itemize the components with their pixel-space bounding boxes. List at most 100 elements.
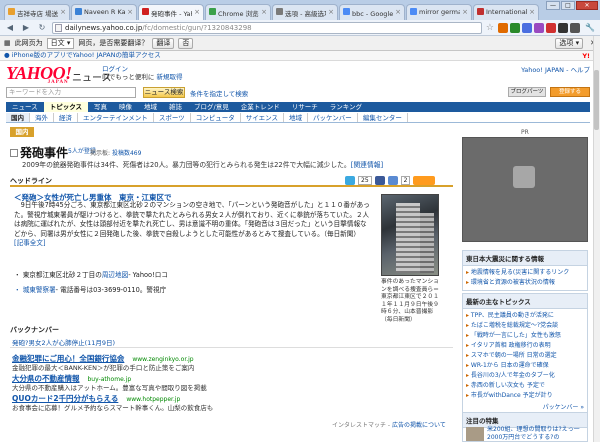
browser-tab[interactable]: 吉祥寺店 場送下載…× xyxy=(4,4,70,20)
bookmark-star-icon[interactable]: ☆ xyxy=(486,23,494,33)
topic-link[interactable]: WR-1から 日本の運命で確保 xyxy=(466,361,584,371)
close-tab-icon[interactable]: × xyxy=(462,8,468,16)
translate-options-button[interactable]: 选项 ▾ xyxy=(555,37,584,49)
topic-link[interactable]: 「戦時が一言にした」女性も激怒 xyxy=(466,331,584,341)
nav-tab[interactable]: 企業トレンド xyxy=(235,102,286,112)
police-station-link[interactable]: ・ 城東警察署 xyxy=(14,286,56,294)
topic-link[interactable]: 長谷川の3/人で年金のタブー化 xyxy=(466,371,584,381)
ad-info-link[interactable]: 広告の掲載について xyxy=(392,422,446,429)
language-select[interactable]: 日文 ▾ xyxy=(46,37,75,49)
full-article-link[interactable]: [記事全文] xyxy=(14,239,46,247)
topics-more-link[interactable]: パッケンバー xyxy=(543,404,579,411)
nav-tab[interactable]: トピックス xyxy=(43,102,88,112)
news-photo[interactable] xyxy=(381,194,439,276)
topic-link[interactable]: 赤西の新しい次女も 予定で xyxy=(466,381,584,391)
browser-tab[interactable]: 発砲事件 - Yahoo!…× xyxy=(138,4,204,20)
backnumber-link[interactable]: 発砲?男女2人が心肺停止(11月9日) xyxy=(12,337,115,347)
close-tab-icon[interactable]: × xyxy=(529,8,535,16)
scrollbar-thumb[interactable] xyxy=(594,70,599,130)
nav-tab[interactable]: ブログ/意見 xyxy=(188,102,235,112)
related-info-link[interactable]: [関連情報] xyxy=(351,161,384,169)
maximize-button[interactable]: □ xyxy=(561,1,575,10)
subnav-tab[interactable]: パッケンバー xyxy=(308,113,358,122)
nav-tab[interactable]: リサーチ xyxy=(286,102,324,112)
close-tab-icon[interactable]: × xyxy=(395,8,401,16)
close-tab-icon[interactable]: × xyxy=(127,8,133,16)
nav-tab[interactable]: 写真 xyxy=(88,102,113,112)
subnav-tab[interactable]: 地域 xyxy=(284,113,308,122)
subnav-tab[interactable]: スポーツ xyxy=(154,113,191,122)
close-tab-icon[interactable]: × xyxy=(328,8,334,16)
news-search-input[interactable]: キーワードを入力 xyxy=(6,87,136,98)
news-search-button[interactable]: ニュース検索 xyxy=(143,87,185,98)
favicon-icon xyxy=(276,8,283,15)
mixi-check-icon[interactable] xyxy=(413,176,436,185)
browser-tab[interactable]: bbc - Google 搜索× xyxy=(339,4,405,20)
subnav-tab[interactable]: 経済 xyxy=(54,113,78,122)
close-tab-icon[interactable]: × xyxy=(261,8,267,16)
ad-placeholder[interactable] xyxy=(462,137,588,242)
forward-icon[interactable]: ▶ xyxy=(20,22,32,34)
feature-link[interactable]: 米200組、理想の間取りは?えっ一2000万円台でどうする?の xyxy=(487,426,587,442)
twitter-icon[interactable] xyxy=(345,176,355,185)
close-window-button[interactable]: ✕ xyxy=(576,1,598,10)
no-translate-button[interactable]: 否 xyxy=(178,37,194,49)
topic-link[interactable]: イタリア首相 政権移行の表明 xyxy=(466,341,584,351)
yahoo-top-link[interactable]: Yahoo! JAPAN xyxy=(521,66,564,74)
map-link[interactable]: 周辺地図 xyxy=(102,271,128,279)
browser-tab[interactable]: Chrome 浏览器 - 扩…× xyxy=(205,4,271,20)
ad-title-link[interactable]: 金融犯罪にご用心！全国銀行協会 xyxy=(12,354,124,363)
translate-button[interactable]: 翻译 xyxy=(152,37,175,49)
close-tab-icon[interactable]: × xyxy=(194,8,200,16)
nav-tab[interactable]: ニュース xyxy=(6,102,44,112)
iphone-app-link[interactable]: ● iPhone版のアプリでYahoo! JAPANの簡単アクセス xyxy=(4,51,161,59)
quake-info-link[interactable]: 地震情報を見る(災害に関するリンク xyxy=(466,268,584,278)
topic-link[interactable]: スマホで朝の一場所 日常の選定 xyxy=(466,351,584,361)
extension-icon[interactable] xyxy=(534,22,544,33)
nav-tab[interactable]: 映像 xyxy=(113,102,138,112)
ad-title-link[interactable]: QUOカード2千円分がもらえる xyxy=(12,394,118,403)
extension-icon[interactable] xyxy=(510,22,520,33)
subnav-tab[interactable]: コンピュータ xyxy=(191,113,241,122)
topic-link[interactable]: 市長がwithDance 予定が計り xyxy=(466,391,584,401)
reload-icon[interactable]: ↻ xyxy=(36,22,48,34)
minimize-button[interactable]: — xyxy=(546,1,560,10)
browser-tab[interactable]: Naveen R Kakarla —× xyxy=(71,4,137,20)
subnav-tab[interactable]: エンターテインメント xyxy=(78,113,154,122)
nav-tab[interactable]: 地域 xyxy=(138,102,163,112)
help-link[interactable]: ヘルプ xyxy=(571,66,591,74)
subnav-tab[interactable]: 国内 xyxy=(6,113,30,122)
subnav-tab[interactable]: サイエンス xyxy=(241,113,284,122)
facebook-icon[interactable] xyxy=(374,176,385,185)
address-bar[interactable]: dailynews.yahoo.co.jp/fc/domestic/gun/?1… xyxy=(52,21,482,34)
blog-parts-button[interactable]: ブログパーツ xyxy=(508,87,546,97)
nav-tab[interactable]: ランキング xyxy=(324,102,368,112)
yahoo-japan-logo[interactable]: YAHOO! JAPAN xyxy=(6,63,72,85)
extension-icon[interactable] xyxy=(546,22,556,33)
register-button[interactable]: 登録する xyxy=(550,87,590,97)
extension-icon[interactable] xyxy=(498,22,508,33)
extension-icon[interactable] xyxy=(522,22,532,33)
quake-info-link[interactable]: 環境省と資源の被害状況の情報 xyxy=(466,278,584,288)
browser-tab[interactable]: mirror germany× xyxy=(406,4,472,20)
browser-tab[interactable]: 选項 - 高級选项 × xyxy=(272,4,338,20)
extension-icon[interactable] xyxy=(558,22,568,33)
topic-link[interactable]: たばこ増税を総裁規定〜?党会談 xyxy=(466,321,584,331)
board-link[interactable]: 投稿数469 xyxy=(112,150,141,157)
close-tab-icon[interactable]: × xyxy=(60,8,66,16)
nav-tab[interactable]: 雑誌 xyxy=(163,102,188,112)
subnav-tab[interactable]: 海外 xyxy=(30,113,54,122)
back-icon[interactable]: ◀ xyxy=(4,22,16,34)
browser-tab[interactable]: International - SPE…× xyxy=(473,4,539,20)
login-link[interactable]: ログイン xyxy=(102,65,183,73)
signup-link[interactable]: 新規取得 xyxy=(157,73,183,81)
wrench-menu-icon[interactable]: 🔧 xyxy=(584,22,596,34)
ad-title-link[interactable]: 大分県の不動産情報 xyxy=(12,374,80,383)
advanced-search-link[interactable]: 条件を指定して検索 xyxy=(190,88,248,98)
topics-list: TPP、民主議員の動きが活発にたばこ増税を総裁規定〜?党会談「戦時が一言にした」… xyxy=(463,309,587,403)
like-icon[interactable] xyxy=(387,176,398,185)
feature-thumbnail[interactable] xyxy=(466,427,484,441)
topic-link[interactable]: TPP、民主議員の動きが活発に xyxy=(466,311,584,321)
subnav-tab[interactable]: 編集センター xyxy=(358,113,408,122)
extension-icon[interactable] xyxy=(570,22,580,33)
